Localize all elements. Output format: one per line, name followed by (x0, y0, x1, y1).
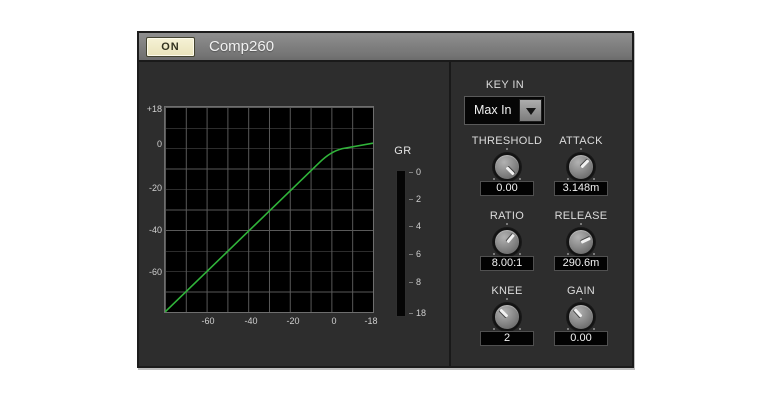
gain-reduction-meter (396, 170, 406, 317)
gain-control: GAIN 0.00 (539, 285, 623, 347)
knee-label: KNEE (465, 285, 549, 297)
chevron-down-icon (526, 108, 536, 115)
ratio-label: RATIO (465, 210, 549, 222)
attack-label: ATTACK (539, 135, 623, 147)
knob-needle (580, 159, 589, 168)
knob-tick-dot (506, 223, 508, 225)
attack-control: ATTACK 3.148m (539, 135, 623, 197)
ratio-control: RATIO 8.00:1 (465, 210, 549, 272)
gr-tick-mark (409, 226, 413, 227)
y-axis-tick: -60 (140, 267, 162, 277)
compression-curve-graph (164, 106, 374, 313)
compression-curve (165, 143, 373, 312)
knob-needle (506, 233, 515, 243)
key-in-dropdown[interactable]: Max In (464, 96, 545, 125)
knob-tick-dot (493, 253, 495, 255)
release-label: RELEASE (539, 210, 623, 222)
gr-tick-label: 6 (416, 249, 436, 259)
x-axis-tick: -18 (356, 316, 386, 326)
knob-needle (580, 236, 590, 243)
knob-tick-dot (593, 328, 595, 330)
knob-tick-dot (519, 253, 521, 255)
x-axis-tick: -40 (236, 316, 266, 326)
gr-tick-mark (409, 282, 413, 283)
knob-needle (499, 309, 508, 318)
gr-tick-label: 18 (416, 308, 436, 318)
y-axis-tick: 0 (140, 139, 162, 149)
x-axis-tick: -60 (193, 316, 223, 326)
key-in-dropdown-button[interactable] (519, 99, 542, 122)
knob-tick-dot (519, 328, 521, 330)
threshold-label: THRESHOLD (465, 135, 549, 147)
knee-control: KNEE 2 (465, 285, 549, 347)
gr-tick-label: 8 (416, 277, 436, 287)
section-divider (449, 62, 451, 366)
threshold-control: THRESHOLD 0.00 (465, 135, 549, 197)
gr-tick-label: 4 (416, 221, 436, 231)
gr-tick-label: 2 (416, 194, 436, 204)
key-in-selected-value: Max In (474, 97, 512, 124)
knob-needle (573, 309, 582, 318)
knob-tick-dot (519, 178, 521, 180)
knob-needle (506, 166, 515, 175)
gain-label: GAIN (539, 285, 623, 297)
attack-knob[interactable] (567, 153, 595, 181)
attack-value-field[interactable]: 3.148m (554, 181, 608, 196)
x-axis-tick: 0 (319, 316, 349, 326)
knob-tick-dot (567, 253, 569, 255)
knee-value-field[interactable]: 2 (480, 331, 534, 346)
gain-knob[interactable] (567, 303, 595, 331)
knob-tick-dot (593, 178, 595, 180)
y-axis-tick: +18 (140, 104, 162, 114)
release-value-field[interactable]: 290.6m (554, 256, 608, 271)
title-bar: ON Comp260 (139, 33, 632, 62)
on-toggle-button[interactable]: ON (146, 37, 195, 57)
y-axis-tick: -20 (140, 183, 162, 193)
threshold-value-field[interactable]: 0.00 (480, 181, 534, 196)
gr-tick-mark (409, 254, 413, 255)
ratio-knob[interactable] (493, 228, 521, 256)
knob-tick-dot (567, 328, 569, 330)
knob-tick-dot (593, 253, 595, 255)
release-knob[interactable] (567, 228, 595, 256)
window-title: Comp260 (209, 33, 274, 62)
gr-tick-mark (409, 172, 413, 173)
key-in-label: KEY IN (465, 79, 545, 91)
x-axis-tick: -20 (278, 316, 308, 326)
curve-svg (165, 107, 373, 312)
comp260-plugin-window: ON Comp260 +18 0 -20 -40 -60 -60 -40 -20… (137, 31, 634, 368)
threshold-knob[interactable] (493, 153, 521, 181)
gr-meter-label: GR (385, 145, 421, 157)
knob-tick-dot (580, 223, 582, 225)
release-control: RELEASE 290.6m (539, 210, 623, 272)
ratio-value-field[interactable]: 8.00:1 (480, 256, 534, 271)
y-axis-tick: -40 (140, 225, 162, 235)
gr-tick-label: 0 (416, 167, 436, 177)
knob-tick-dot (493, 328, 495, 330)
gr-tick-mark (409, 199, 413, 200)
gain-value-field[interactable]: 0.00 (554, 331, 608, 346)
knob-tick-dot (493, 178, 495, 180)
knee-knob[interactable] (493, 303, 521, 331)
gr-tick-mark (409, 313, 413, 314)
knob-tick-dot (567, 178, 569, 180)
